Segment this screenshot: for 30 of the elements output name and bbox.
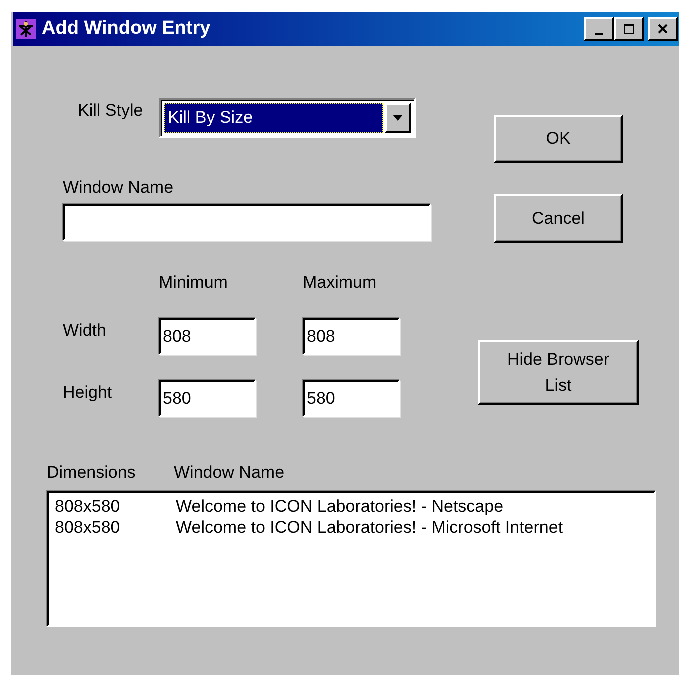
window-name-label: Window Name bbox=[63, 178, 174, 198]
close-button[interactable] bbox=[648, 17, 678, 41]
window-title: Add Window Entry bbox=[42, 18, 212, 40]
browser-list[interactable]: 808x580 Welcome to ICON Laboratories! - Netscape 808x580 Welcome to ICON Laboratories! - Microsoft Internet bbox=[47, 491, 656, 627]
column-header: Maximum bbox=[303, 273, 378, 293]
column-header: Dimensions bbox=[47, 463, 137, 483]
list-cell: Welcome to ICON Laboratories! - Microsoft Internet bbox=[176, 517, 564, 538]
minimize-button[interactable] bbox=[584, 17, 614, 41]
column-header: Window Name bbox=[174, 463, 285, 483]
dialog-button[interactable]: OK bbox=[494, 115, 623, 163]
row-label: Height bbox=[63, 382, 114, 402]
minimum-field[interactable]: 580 bbox=[159, 380, 256, 417]
kill-style-label: Kill Style bbox=[78, 101, 144, 121]
app-icon bbox=[16, 19, 36, 39]
maximum-field[interactable]: 580 bbox=[303, 380, 400, 417]
row-label: Width bbox=[63, 320, 108, 340]
list-cell-text: 808x580 bbox=[55, 517, 122, 538]
minimum-field[interactable]: 808 bbox=[159, 318, 256, 355]
dialog-button[interactable]: Cancel bbox=[494, 194, 623, 243]
maximize-icon bbox=[623, 23, 635, 35]
maximize-button[interactable] bbox=[614, 17, 644, 41]
column-header: Minimum bbox=[159, 273, 229, 293]
kill-style-dropdown[interactable]: Kill By Size bbox=[159, 98, 416, 138]
list-cell-text: 808x580 bbox=[55, 496, 122, 517]
dialog-button[interactable]: Hide Browser List bbox=[478, 340, 639, 405]
minimize-icon bbox=[595, 33, 603, 35]
window-name-field[interactable] bbox=[63, 204, 431, 241]
list-cell: Welcome to ICON Laboratories! - Netscape bbox=[176, 496, 504, 517]
maximum-field[interactable]: 808 bbox=[303, 318, 400, 355]
close-icon bbox=[657, 23, 669, 35]
